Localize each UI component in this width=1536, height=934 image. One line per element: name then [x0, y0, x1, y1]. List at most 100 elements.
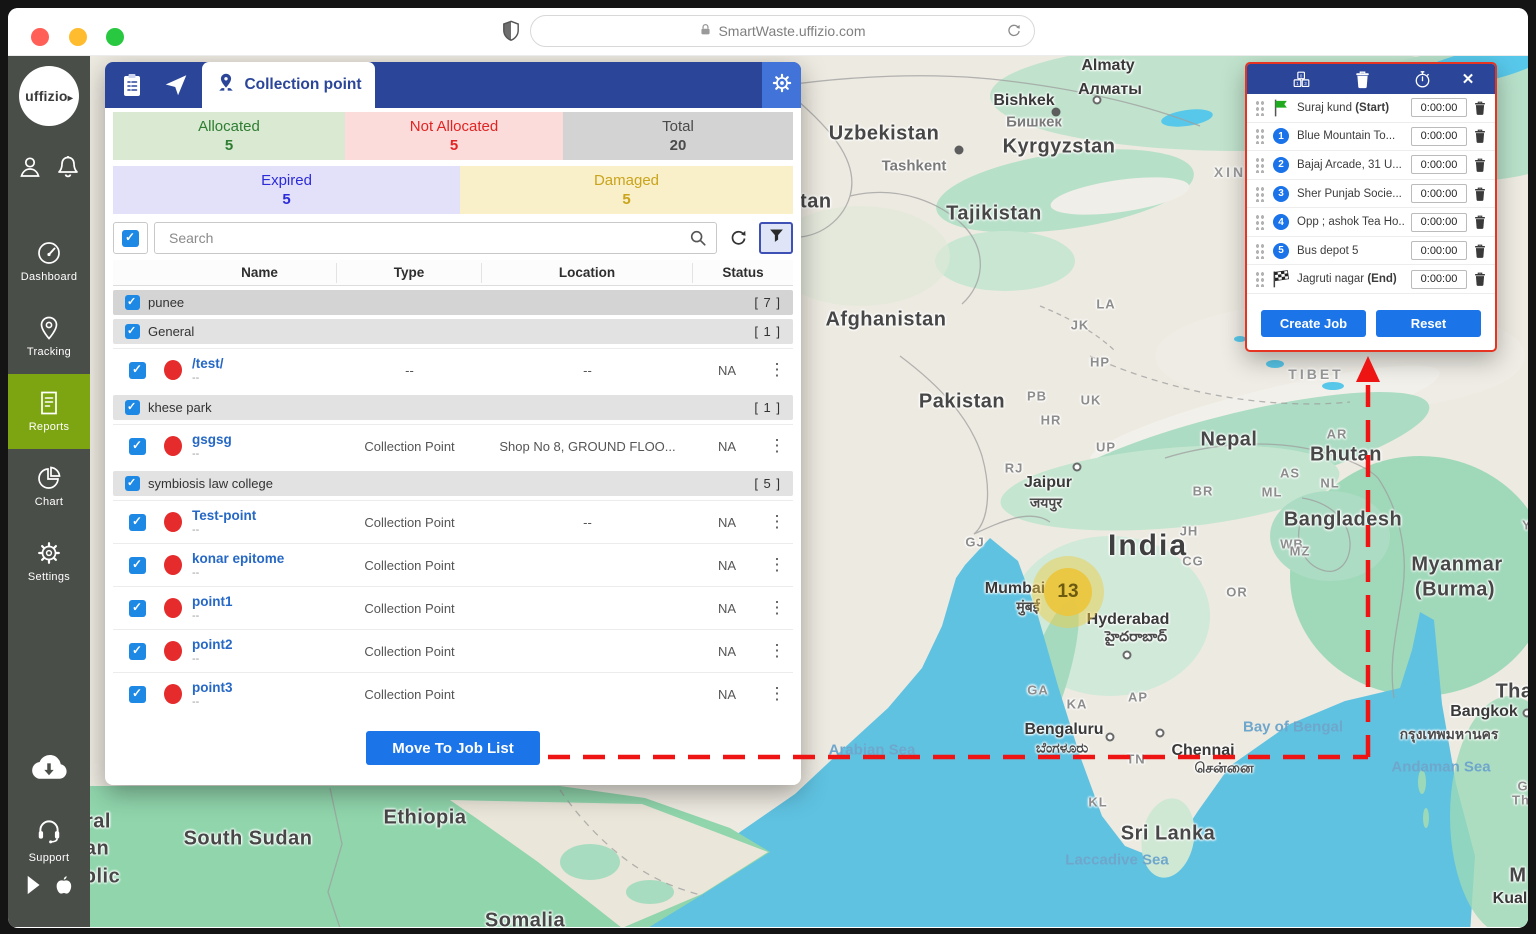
- map-canvas[interactable]: AlmatyАлматыBishkekБишкекUzbekistanKyrgy…: [90, 56, 1528, 927]
- stop-timer[interactable]: 0:00:00: [1411, 155, 1467, 174]
- sidebar-item-tracking[interactable]: Tracking: [8, 299, 90, 374]
- row-checkbox[interactable]: [129, 686, 146, 703]
- sidebar-item-settings[interactable]: Settings: [8, 524, 90, 599]
- map-label: TN: [1126, 752, 1145, 767]
- panel-settings-button[interactable]: [762, 62, 801, 108]
- move-to-job-list-button[interactable]: Move To Job List: [366, 731, 540, 765]
- sidebar-item-support[interactable]: Support: [29, 816, 70, 864]
- point-name-link[interactable]: /test/: [192, 356, 224, 371]
- column-header-location[interactable]: Location: [482, 263, 693, 283]
- uffizio-logo[interactable]: uffizio: [19, 66, 79, 126]
- point-name-link[interactable]: Test-point: [192, 508, 256, 523]
- delete-stop-icon[interactable]: [1473, 214, 1489, 230]
- column-header-status[interactable]: Status: [693, 263, 793, 283]
- point-name-link[interactable]: point3: [192, 680, 233, 695]
- point-name-link[interactable]: gsgsg: [192, 432, 232, 447]
- drag-handle[interactable]: [1255, 186, 1265, 202]
- drag-handle[interactable]: [1255, 100, 1265, 116]
- sidebar-item-dashboard[interactable]: Dashboard: [8, 224, 90, 299]
- search-input[interactable]: [154, 222, 717, 254]
- delete-stop-icon[interactable]: [1473, 100, 1489, 116]
- point-sub: --: [192, 372, 199, 384]
- map-label: Tajikistan: [946, 203, 1042, 226]
- filter-button[interactable]: [759, 222, 793, 254]
- point-location: --: [482, 515, 693, 530]
- kebab-menu-icon[interactable]: ⋮: [761, 512, 793, 532]
- job-blocks-icon[interactable]: 013: [1271, 70, 1332, 89]
- kebab-menu-icon[interactable]: ⋮: [761, 555, 793, 575]
- clipboard-icon[interactable]: [119, 72, 145, 98]
- stop-timer[interactable]: 0:00:00: [1411, 241, 1467, 260]
- bell-icon[interactable]: [55, 154, 81, 185]
- group-checkbox[interactable]: [125, 400, 140, 415]
- delete-stop-icon[interactable]: [1473, 186, 1489, 202]
- close-icon[interactable]: ✕: [1453, 70, 1483, 88]
- stop-timer[interactable]: 0:00:00: [1411, 213, 1467, 232]
- column-header-name[interactable]: Name: [183, 263, 337, 283]
- point-name-link[interactable]: konar epitome: [192, 551, 284, 566]
- apple-icon[interactable]: [53, 874, 73, 901]
- refresh-icon[interactable]: [723, 222, 753, 254]
- minimize-window-button[interactable]: [69, 28, 87, 46]
- sidebar-item-chart[interactable]: Chart: [8, 449, 90, 524]
- point-status: NA: [693, 601, 761, 616]
- maximize-window-button[interactable]: [106, 28, 124, 46]
- delete-stop-icon[interactable]: [1473, 243, 1489, 259]
- map-label: XIN: [1214, 164, 1246, 180]
- sidebar-item-reports[interactable]: Reports: [8, 374, 90, 449]
- group-row[interactable]: symbiosis law college[ 5 ]: [113, 471, 793, 496]
- map-label: Hyderabad: [1087, 611, 1170, 629]
- shield-icon[interactable]: [502, 20, 520, 43]
- drag-handle[interactable]: [1255, 214, 1265, 230]
- group-row[interactable]: khese park[ 1 ]: [113, 395, 793, 420]
- group-row[interactable]: General[ 1 ]: [113, 319, 793, 344]
- timer-icon[interactable]: [1392, 70, 1453, 89]
- row-checkbox[interactable]: [129, 514, 146, 531]
- reset-button[interactable]: Reset: [1376, 310, 1481, 337]
- group-row[interactable]: punee[ 7 ]: [113, 290, 793, 315]
- drag-handle[interactable]: [1255, 157, 1265, 173]
- stop-timer[interactable]: 0:00:00: [1411, 127, 1467, 146]
- play-store-icon[interactable]: [25, 874, 45, 901]
- search-icon[interactable]: [689, 229, 707, 247]
- cloud-download-icon[interactable]: [27, 749, 71, 790]
- group-checkbox[interactable]: [125, 324, 140, 339]
- create-job-button[interactable]: Create Job: [1261, 310, 1366, 337]
- tab-collection-point[interactable]: Collection point: [202, 62, 375, 108]
- row-checkbox[interactable]: [129, 643, 146, 660]
- delete-stop-icon[interactable]: [1473, 271, 1489, 287]
- drag-handle[interactable]: [1255, 243, 1265, 259]
- point-name-link[interactable]: point1: [192, 594, 233, 609]
- row-checkbox[interactable]: [129, 557, 146, 574]
- stat-label: Expired: [261, 172, 312, 189]
- delete-all-icon[interactable]: [1332, 70, 1393, 89]
- kebab-menu-icon[interactable]: ⋮: [761, 641, 793, 661]
- delete-stop-icon[interactable]: [1473, 128, 1489, 144]
- group-checkbox[interactable]: [125, 295, 140, 310]
- kebab-menu-icon[interactable]: ⋮: [761, 598, 793, 618]
- user-icon[interactable]: [17, 154, 43, 185]
- stop-timer[interactable]: 0:00:00: [1411, 184, 1467, 203]
- row-checkbox[interactable]: [129, 438, 146, 455]
- kebab-menu-icon[interactable]: ⋮: [761, 436, 793, 456]
- reload-icon[interactable]: [1006, 23, 1022, 39]
- group-count: [ 7 ]: [754, 295, 781, 310]
- select-all-checkbox[interactable]: [113, 222, 148, 254]
- drag-handle[interactable]: [1255, 128, 1265, 144]
- point-name-link[interactable]: point2: [192, 637, 233, 652]
- kebab-menu-icon[interactable]: ⋮: [761, 360, 793, 380]
- point-status: NA: [693, 558, 761, 573]
- column-header-type[interactable]: Type: [337, 263, 482, 283]
- address-bar[interactable]: SmartWaste.uffizio.com: [530, 15, 1035, 47]
- stop-timer[interactable]: 0:00:00: [1411, 270, 1467, 289]
- row-checkbox[interactable]: [129, 600, 146, 617]
- close-window-button[interactable]: [31, 28, 49, 46]
- group-checkbox[interactable]: [125, 476, 140, 491]
- map-cluster-marker[interactable]: 13: [1032, 556, 1104, 628]
- row-checkbox[interactable]: [129, 362, 146, 379]
- send-icon[interactable]: [163, 72, 189, 98]
- delete-stop-icon[interactable]: [1473, 157, 1489, 173]
- stop-timer[interactable]: 0:00:00: [1411, 98, 1467, 117]
- kebab-menu-icon[interactable]: ⋮: [761, 684, 793, 704]
- drag-handle[interactable]: [1255, 271, 1265, 287]
